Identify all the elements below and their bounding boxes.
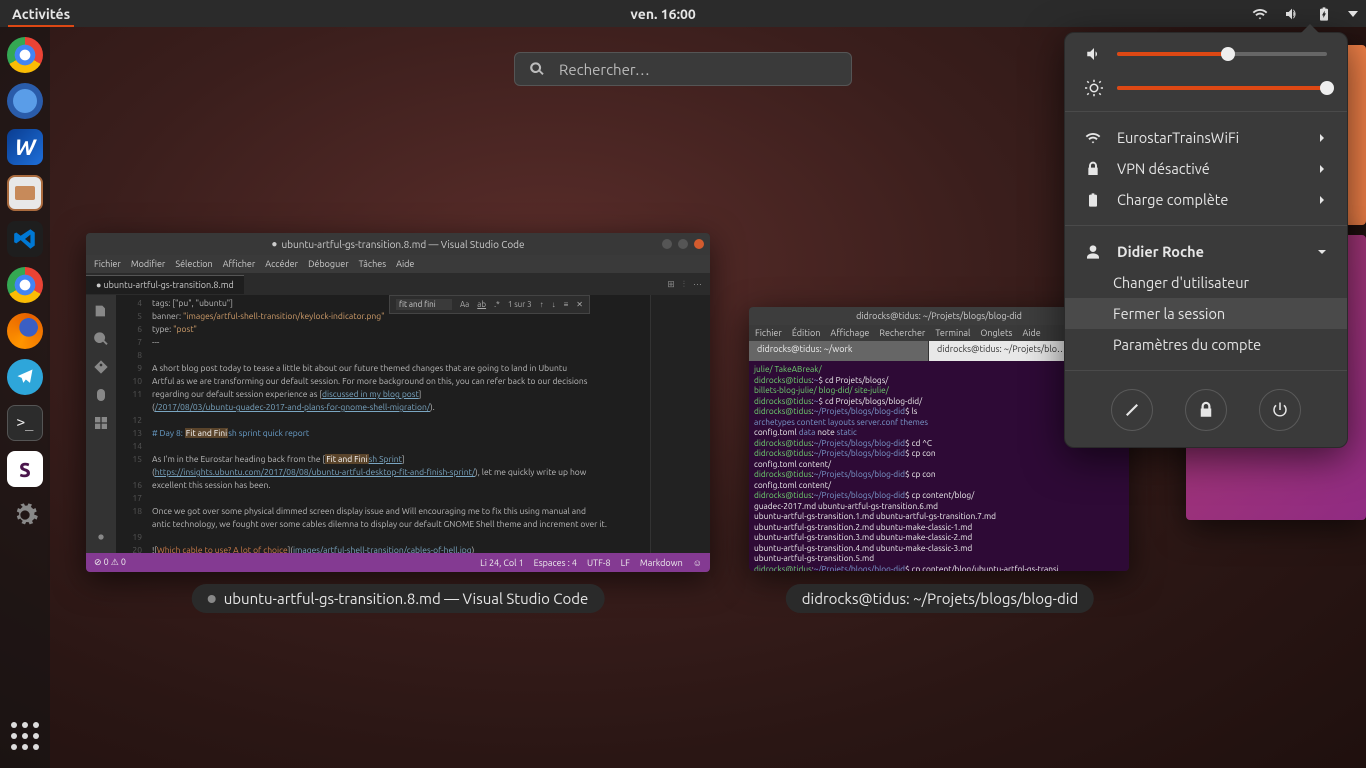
brightness-slider-row: [1065, 67, 1347, 101]
system-menu-popover: EurostarTrainsWiFi VPN désactivé Charge …: [1064, 32, 1348, 448]
wifi-icon: [1252, 6, 1268, 22]
brightness-slider[interactable]: [1117, 86, 1327, 90]
battery-menu-item[interactable]: Charge complète: [1065, 184, 1347, 215]
chevron-down-icon: [1317, 243, 1327, 260]
power-button[interactable]: [1259, 389, 1301, 431]
vscode-minimap[interactable]: [650, 295, 710, 553]
show-apps-button[interactable]: [7, 718, 43, 754]
extensions-icon[interactable]: [93, 415, 109, 431]
terminal-icon[interactable]: >_: [7, 405, 43, 441]
volume-slider[interactable]: [1117, 52, 1327, 56]
files-icon[interactable]: [93, 303, 109, 319]
account-settings-item[interactable]: Paramètres du compte: [1065, 329, 1347, 360]
vpn-menu-item[interactable]: VPN désactivé: [1065, 153, 1347, 184]
find-input[interactable]: [396, 299, 452, 310]
chevron-right-icon: [1317, 191, 1327, 208]
settings-icon[interactable]: [7, 497, 43, 533]
session-buttons: [1065, 381, 1347, 431]
vscode-status-problems[interactable]: ⊘ 0 ⚠ 0: [94, 557, 126, 568]
firefox-icon[interactable]: [7, 313, 43, 349]
app-icon-blue[interactable]: W: [7, 129, 43, 165]
vscode-editor[interactable]: Aaab.* 1 sur 3 ↑↓≡✕ 4tags: ["pu", "ubunt…: [116, 295, 650, 553]
file-manager-icon[interactable]: [7, 175, 43, 211]
volume-slider-row: [1065, 33, 1347, 67]
vscode-tabs[interactable]: ● ubuntu-artful-gs-transition.8.md ⊞⫶⋯: [86, 273, 710, 295]
thunderbird-icon[interactable]: [7, 83, 43, 119]
window-buttons[interactable]: [662, 239, 704, 249]
app-icon: [208, 595, 216, 603]
battery-icon: [1316, 6, 1332, 22]
terminal-tab-1[interactable]: didrocks@tidus: ~/work: [749, 341, 929, 361]
volume-icon: [1085, 45, 1103, 63]
search-icon: [529, 61, 545, 77]
search-input[interactable]: Rechercher…: [514, 52, 852, 86]
top-bar: Activités ven. 16:00: [0, 0, 1366, 27]
slack-icon[interactable]: S: [7, 451, 43, 487]
overview-window-vscode[interactable]: ●ubuntu-artful-gs-transition.8.md — Visu…: [86, 233, 710, 572]
search-icon[interactable]: [93, 331, 109, 347]
lock-button[interactable]: [1185, 389, 1227, 431]
chevron-right-icon: [1317, 160, 1327, 177]
search-placeholder: Rechercher…: [559, 61, 650, 78]
brightness-icon: [1085, 79, 1103, 97]
chevron-down-icon: [1348, 11, 1358, 17]
debug-icon[interactable]: [93, 387, 109, 403]
vscode-activity-bar[interactable]: [86, 295, 116, 553]
find-result-count: 1 sur 3: [508, 300, 532, 309]
overview-caption-vscode: ubuntu-artful-gs-transition.8.md — Visua…: [192, 584, 605, 613]
git-icon[interactable]: [93, 359, 109, 375]
dock: W >_ S: [0, 27, 50, 768]
switch-user-item[interactable]: Changer d'utilisateur: [1065, 267, 1347, 298]
vscode-tab-actions[interactable]: ⊞⫶⋯: [659, 279, 710, 290]
vscode-icon[interactable]: [7, 221, 43, 257]
wifi-icon: [1085, 130, 1101, 146]
logout-item[interactable]: Fermer la session: [1065, 298, 1347, 329]
clock[interactable]: ven. 16:00: [630, 6, 695, 22]
system-status-area[interactable]: [1252, 6, 1358, 22]
overview-caption-terminal: didrocks@tidus: ~/Projets/blogs/blog-did: [786, 584, 1094, 613]
vscode-titlebar: ●ubuntu-artful-gs-transition.8.md — Visu…: [86, 233, 710, 255]
lock-icon: [1085, 161, 1101, 177]
vscode-statusbar[interactable]: ⊘ 0 ⚠ 0 Li 24, Col 1Espaces : 4UTF-8LFMa…: [86, 553, 710, 572]
chrome-icon[interactable]: [7, 37, 43, 73]
user-icon: [1085, 244, 1101, 260]
telegram-icon[interactable]: [7, 359, 43, 395]
settings-button[interactable]: [1111, 389, 1153, 431]
vscode-find-panel[interactable]: Aaab.* 1 sur 3 ↑↓≡✕: [389, 295, 590, 314]
chrome-icon-2[interactable]: [7, 267, 43, 303]
vscode-menubar[interactable]: FichierModifierSélectionAfficherAccéderD…: [86, 255, 710, 273]
vscode-tab-active[interactable]: ● ubuntu-artful-gs-transition.8.md: [86, 275, 244, 294]
volume-icon: [1284, 6, 1300, 22]
wifi-menu-item[interactable]: EurostarTrainsWiFi: [1065, 122, 1347, 153]
activities-button[interactable]: Activités: [8, 1, 74, 27]
chevron-right-icon: [1317, 129, 1327, 146]
battery-icon: [1085, 192, 1101, 208]
user-menu-item[interactable]: Didier Roche: [1065, 236, 1347, 267]
gear-icon[interactable]: [93, 529, 109, 545]
